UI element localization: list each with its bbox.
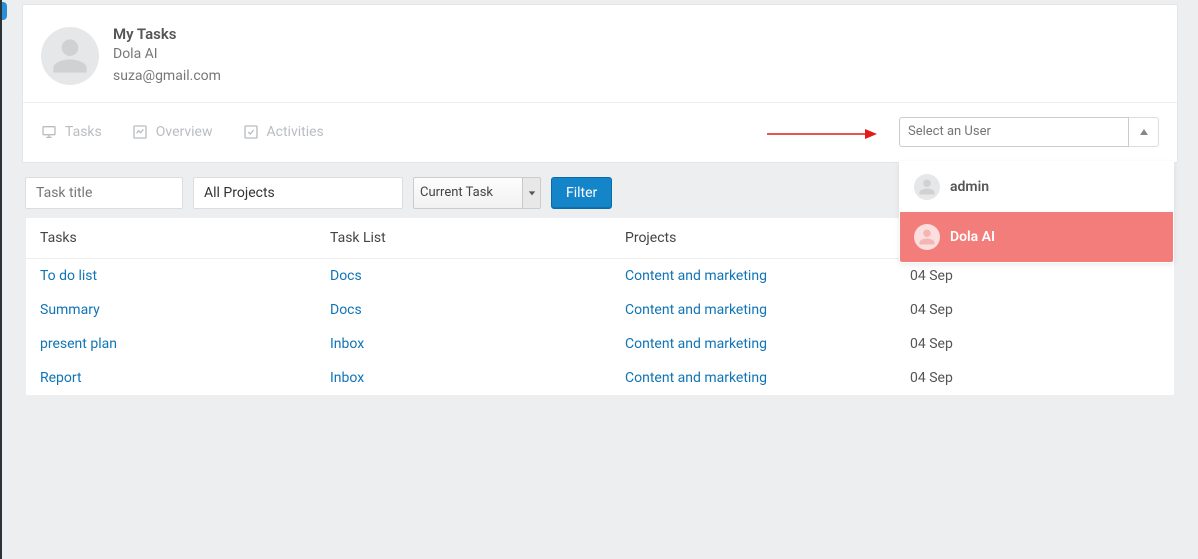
status-select[interactable]: Current Task xyxy=(413,177,541,209)
due-date: 04 Sep xyxy=(910,268,1160,284)
chevron-down-icon xyxy=(522,178,540,208)
avatar-icon xyxy=(914,174,940,200)
page-title: My Tasks xyxy=(113,25,221,43)
tab-activities[interactable]: Activities xyxy=(243,114,324,150)
user-name: Dola AI xyxy=(113,43,221,65)
page-root: My Tasks Dola AI suza@gmail.com Tasks Ov… xyxy=(0,0,1198,559)
task-link[interactable]: Summary xyxy=(40,302,330,318)
header-card: My Tasks Dola AI suza@gmail.com Tasks Ov… xyxy=(22,4,1178,163)
tasklist-link[interactable]: Docs xyxy=(330,268,625,284)
tabs-row: Tasks Overview Activities xyxy=(23,102,1177,162)
task-title-input[interactable] xyxy=(25,177,183,209)
project-link[interactable]: Content and marketing xyxy=(625,268,910,284)
user-option-admin[interactable]: admin xyxy=(900,162,1173,212)
user-avatar xyxy=(41,27,99,85)
task-link[interactable]: Report xyxy=(40,370,330,386)
check-square-icon xyxy=(243,124,259,140)
table-row: Summary Docs Content and marketing 04 Se… xyxy=(26,293,1174,327)
due-date: 04 Sep xyxy=(910,370,1160,386)
user-select-toggle[interactable] xyxy=(1129,117,1159,147)
task-link[interactable]: present plan xyxy=(40,336,330,352)
tab-tasks-label: Tasks xyxy=(65,124,102,140)
tab-overview-label: Overview xyxy=(156,124,213,140)
user-select-dropdown: admin Dola AI xyxy=(899,161,1174,263)
table-row: Report Inbox Content and marketing 04 Se… xyxy=(26,361,1174,395)
user-select-input[interactable] xyxy=(899,117,1129,147)
user-option-dola[interactable]: Dola AI xyxy=(900,212,1173,262)
status-select-value: Current Task xyxy=(420,185,493,200)
tab-tasks[interactable]: Tasks xyxy=(41,114,102,150)
edge-accent xyxy=(0,2,7,20)
table-row: To do list Docs Content and marketing 04… xyxy=(26,259,1174,293)
user-option-label: admin xyxy=(950,179,989,195)
filter-button[interactable]: Filter xyxy=(551,177,612,209)
col-list: Task List xyxy=(330,230,625,246)
user-email: suza@gmail.com xyxy=(113,65,221,87)
user-select: admin Dola AI xyxy=(899,117,1159,147)
avatar-icon xyxy=(914,224,940,250)
due-date: 04 Sep xyxy=(910,302,1160,318)
tab-activities-label: Activities xyxy=(267,124,324,140)
tab-overview[interactable]: Overview xyxy=(132,114,213,150)
person-icon xyxy=(50,36,90,76)
user-text: My Tasks Dola AI suza@gmail.com xyxy=(113,25,221,88)
project-link[interactable]: Content and marketing xyxy=(625,336,910,352)
header-row: My Tasks Dola AI suza@gmail.com xyxy=(23,5,1177,102)
tasklist-link[interactable]: Inbox xyxy=(330,336,625,352)
task-link[interactable]: To do list xyxy=(40,268,330,284)
projects-input[interactable] xyxy=(193,177,403,209)
user-select-wrap xyxy=(899,117,1159,147)
tasklist-link[interactable]: Docs xyxy=(330,302,625,318)
arrow-annotation xyxy=(767,127,877,141)
user-option-label: Dola AI xyxy=(950,229,995,245)
project-link[interactable]: Content and marketing xyxy=(625,370,910,386)
col-projects: Projects xyxy=(625,230,910,246)
project-link[interactable]: Content and marketing xyxy=(625,302,910,318)
tasklist-link[interactable]: Inbox xyxy=(330,370,625,386)
table-row: present plan Inbox Content and marketing… xyxy=(26,327,1174,361)
chevron-up-icon xyxy=(1139,127,1149,137)
chart-icon xyxy=(132,124,148,140)
monitor-icon xyxy=(41,124,57,140)
col-tasks: Tasks xyxy=(40,230,330,246)
due-date: 04 Sep xyxy=(910,336,1160,352)
